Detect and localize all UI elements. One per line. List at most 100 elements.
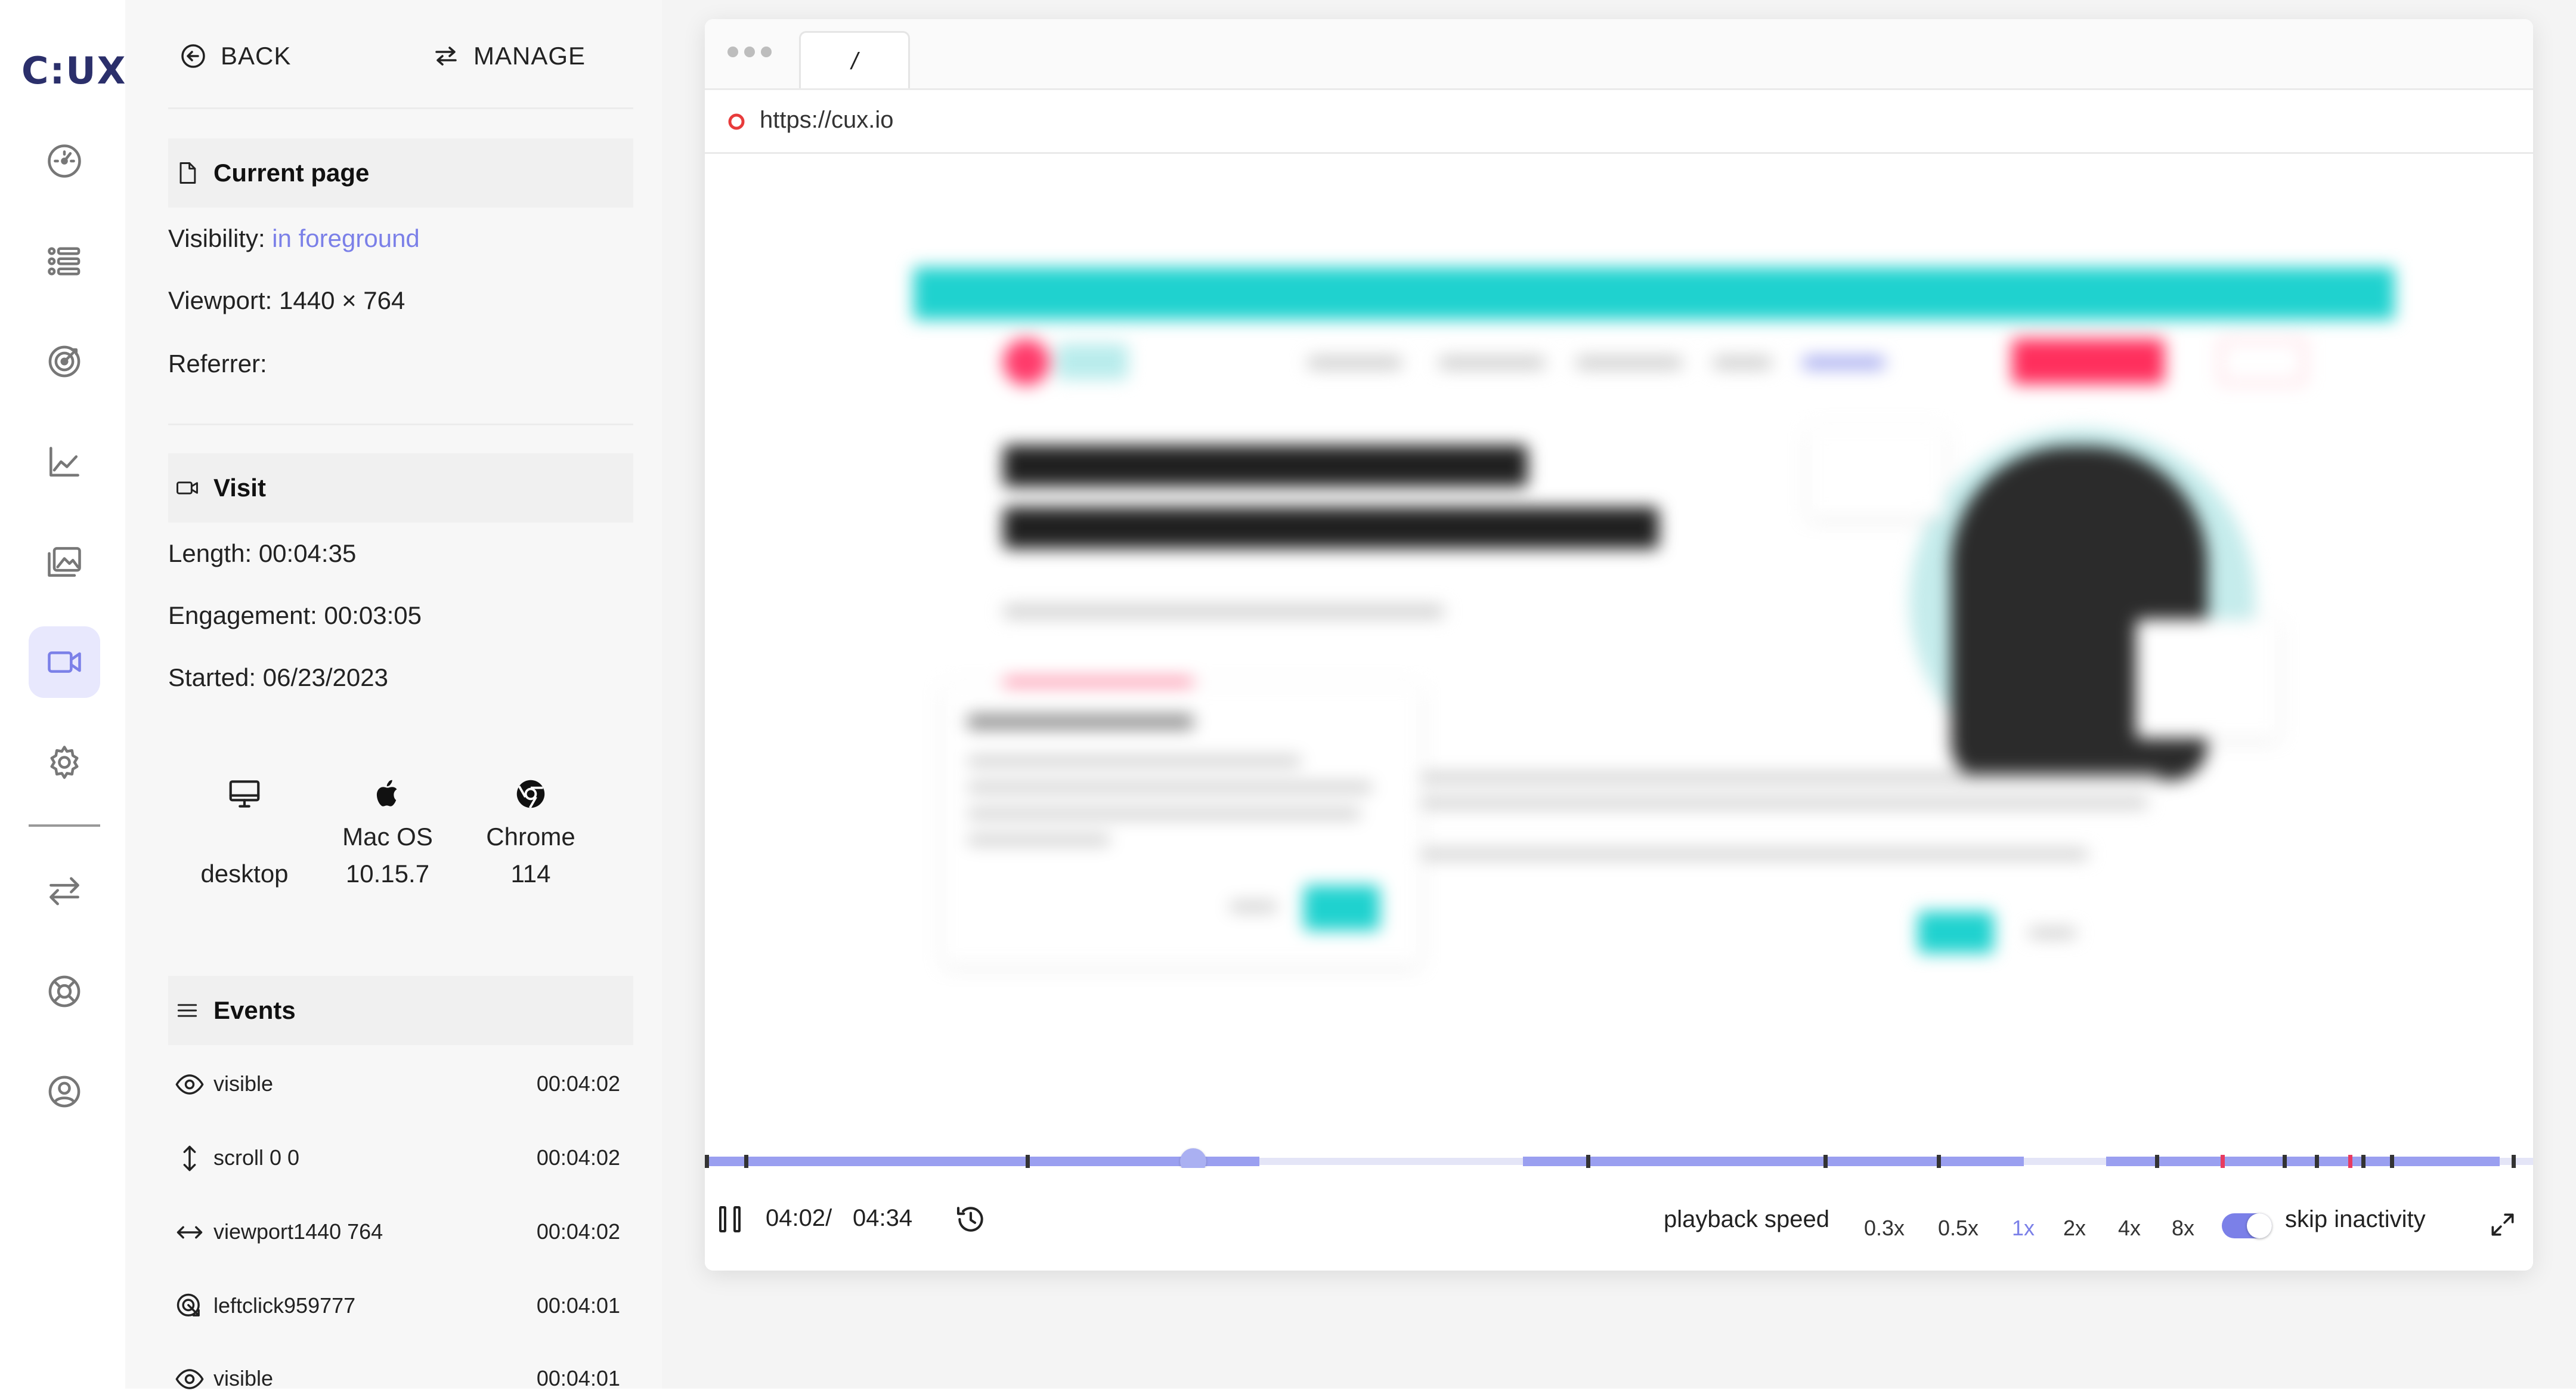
account-icon (48, 1076, 80, 1108)
event-marker[interactable] (2315, 1155, 2319, 1168)
history-icon (956, 1207, 983, 1232)
event-row[interactable]: viewport1440 764 00:04:02 (168, 1214, 633, 1250)
analytics-icon (49, 447, 79, 477)
swap-icon (435, 47, 457, 66)
nav-help[interactable] (29, 956, 100, 1027)
engagement-value: 00:03:05 (324, 601, 422, 629)
video-icon (177, 481, 198, 495)
skip-inactivity-toggle[interactable] (2222, 1213, 2272, 1238)
visibility-row: Visibility: in foreground (168, 224, 420, 252)
browser-version: 114 (510, 860, 551, 888)
device-info: desktop (185, 775, 304, 892)
nav-goals[interactable] (29, 326, 100, 397)
nav-switch[interactable] (29, 855, 100, 927)
event-marker[interactable] (1823, 1155, 1828, 1168)
heatmaps-icon (48, 547, 81, 577)
browser-frame: / (705, 19, 2533, 88)
browser-tab: / (799, 31, 910, 88)
length-value: 00:04:35 (258, 539, 357, 567)
settings-icon (50, 746, 79, 779)
scroll-icon (183, 1145, 196, 1172)
event-time: 00:04:02 (536, 1071, 620, 1096)
event-name: visible (213, 1071, 274, 1096)
nav-analytics[interactable] (29, 426, 100, 497)
divider (168, 107, 633, 109)
nav-recordings[interactable] (29, 626, 100, 698)
started-row: Started: 06/23/2023 (168, 663, 388, 691)
dashboard-icon (48, 144, 81, 178)
player-controls: 04:02/ 04:34 playback speed 0.3x 0.5x 1x… (705, 1168, 2533, 1271)
manage-button[interactable]: MANAGE (432, 42, 586, 70)
chrome-icon (516, 780, 545, 809)
event-marker[interactable] (1026, 1155, 1030, 1168)
blurred-page-preview (705, 154, 2533, 1168)
viewport-row: Viewport: 1440 × 764 (168, 286, 405, 314)
event-time: 00:04:01 (536, 1293, 620, 1318)
event-marker[interactable] (1937, 1155, 1941, 1168)
event-marker[interactable] (2348, 1155, 2352, 1168)
site-favicon-icon (728, 113, 745, 130)
nav-account[interactable] (29, 1056, 100, 1127)
browser-info: Chrome 114 (465, 775, 596, 892)
os-name: Mac OS (342, 823, 433, 851)
expand-icon (2491, 1213, 2514, 1236)
event-row[interactable]: scroll 0 0 00:04:02 (168, 1141, 633, 1176)
desktop-icon (229, 780, 260, 808)
window-dots (727, 47, 772, 57)
os-info: Mac OS 10.15.7 (322, 775, 453, 892)
activity-segment (1523, 1157, 2024, 1166)
main-nav: C:UX (0, 0, 125, 1389)
back-button[interactable]: BACK (179, 42, 291, 70)
event-marker[interactable] (2512, 1155, 2516, 1168)
event-name: leftclick959777 (213, 1293, 356, 1318)
total-time: 04:34 (853, 1205, 913, 1231)
speed-8x[interactable]: 8x (2172, 1216, 2194, 1241)
restart-button[interactable] (954, 1203, 987, 1239)
event-name: visible (213, 1366, 274, 1390)
length-row: Length: 00:04:35 (168, 539, 357, 567)
event-row[interactable]: visible 00:04:01 (168, 1361, 633, 1397)
eye-icon (175, 1369, 204, 1389)
playback-timeline[interactable] (705, 1148, 2533, 1175)
help-icon (48, 975, 80, 1007)
speed-0.3x[interactable]: 0.3x (1864, 1216, 1905, 1241)
event-marker[interactable] (2361, 1155, 2366, 1168)
event-row[interactable]: visible 00:04:02 (168, 1067, 633, 1102)
engagement-row: Engagement: 00:03:05 (168, 601, 422, 629)
cux-logo[interactable]: C:UX (21, 49, 126, 92)
event-time: 00:04:02 (536, 1145, 620, 1170)
event-row[interactable]: leftclick959777 00:04:01 (168, 1288, 633, 1324)
pause-button[interactable] (719, 1206, 745, 1235)
eye-icon (175, 1074, 204, 1095)
event-marker[interactable] (2155, 1155, 2159, 1168)
viewport-value: 1440 × 764 (279, 286, 405, 314)
fullscreen-button[interactable] (2488, 1210, 2518, 1243)
event-marker[interactable] (744, 1155, 748, 1168)
activity-segment (2106, 1157, 2500, 1166)
device-type: desktop (200, 860, 289, 888)
event-marker[interactable] (705, 1155, 709, 1168)
nav-dashboard[interactable] (29, 125, 100, 197)
speed-4x[interactable]: 4x (2118, 1216, 2141, 1241)
resize-icon (177, 1226, 203, 1239)
event-marker[interactable] (2390, 1155, 2394, 1168)
back-arrow-icon (181, 44, 205, 68)
nav-settings[interactable] (29, 727, 100, 798)
speed-2x[interactable]: 2x (2063, 1216, 2086, 1241)
speed-1x[interactable]: 1x (2012, 1216, 2035, 1241)
click-icon (177, 1293, 200, 1316)
event-marker[interactable] (2221, 1155, 2225, 1168)
nav-heatmaps[interactable] (29, 526, 100, 598)
visit-header: Visit (168, 453, 633, 523)
recordings-icon (48, 651, 81, 673)
event-marker[interactable] (2283, 1155, 2287, 1168)
started-value: 06/23/2023 (262, 663, 388, 691)
activity-segment (705, 1157, 1259, 1166)
current-page-header: Current page (168, 138, 633, 208)
nav-divider (29, 824, 100, 827)
speed-0.5x[interactable]: 0.5x (1938, 1216, 1979, 1241)
os-version: 10.15.7 (345, 860, 430, 888)
event-marker[interactable] (1586, 1155, 1590, 1168)
recording-viewport (705, 154, 2533, 1168)
nav-segments[interactable] (29, 225, 100, 297)
